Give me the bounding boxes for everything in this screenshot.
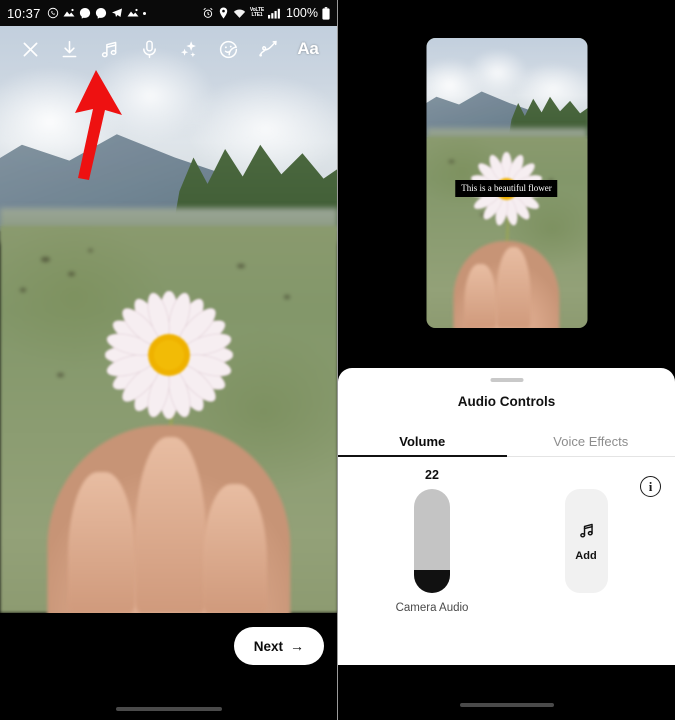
left-phone-screen: Aa Next → 10:37 VoLTE LTE1 100%: [0, 0, 338, 720]
sticker-icon[interactable]: [216, 36, 242, 62]
volume-value-label: 22: [425, 468, 439, 482]
next-button[interactable]: Next →: [233, 627, 324, 665]
text-icon[interactable]: Aa: [295, 36, 321, 62]
draw-icon[interactable]: [255, 36, 281, 62]
more-dot-icon: [142, 11, 146, 15]
music-note-icon[interactable]: [96, 36, 122, 62]
sheet-title: Audio Controls: [457, 394, 556, 409]
video-preview-left[interactable]: [0, 26, 337, 613]
volte-icon: VoLTE LTE1: [249, 7, 265, 18]
battery-percent-label: 100%: [286, 6, 318, 20]
sheet-drag-handle[interactable]: [490, 378, 523, 382]
battery-icon: [322, 6, 330, 20]
gesture-nav-bar[interactable]: [116, 707, 222, 711]
tab-voice-effects[interactable]: Voice Effects: [507, 426, 675, 456]
photos-icon: [127, 8, 139, 18]
messenger-icon: [79, 7, 91, 19]
volume-slider-fill: [414, 570, 450, 593]
sheet-tabs: Volume Voice Effects: [338, 426, 675, 457]
music-note-icon: [577, 521, 596, 545]
add-audio-group: Add: [548, 489, 624, 593]
next-button-label: Next: [253, 638, 283, 654]
left-bottom-bar: Next →: [0, 613, 337, 720]
tab-volume[interactable]: Volume: [338, 426, 507, 457]
tab-voice-effects-label: Voice Effects: [553, 433, 629, 449]
wifi-icon: [233, 8, 246, 19]
info-glyph: i: [648, 478, 653, 494]
audio-controls-sheet: Audio Controls Volume Voice Effects 22 C…: [338, 368, 675, 665]
info-icon[interactable]: i: [640, 476, 661, 497]
add-audio-button[interactable]: Add: [564, 489, 608, 593]
camera-audio-label: Camera Audio: [395, 602, 469, 614]
close-icon[interactable]: [17, 36, 43, 62]
daisy-flower: [105, 290, 233, 419]
sparkles-icon[interactable]: [176, 36, 202, 62]
status-time: 10:37: [7, 5, 41, 21]
video-preview-right[interactable]: This is a beautiful flower: [426, 38, 587, 328]
messenger-icon: [95, 7, 107, 19]
video-caption[interactable]: This is a beautiful flower: [455, 180, 558, 198]
camera-audio-slider-group: 22 Camera Audio: [394, 468, 470, 614]
arrow-right-icon: →: [290, 638, 304, 654]
status-notification-icons: [47, 7, 146, 19]
photos-icon: [63, 8, 75, 18]
volume-controls-panel: 22 Camera Audio Add i: [338, 468, 675, 658]
screenshot-root: Aa Next → 10:37 VoLTE LTE1 100% This is …: [0, 0, 675, 720]
status-system-icons: VoLTE LTE1 100%: [202, 6, 330, 20]
add-audio-label: Add: [575, 549, 597, 562]
editor-toolbar: Aa: [0, 26, 337, 72]
right-phone-screen: This is a beautiful flower Audio Control…: [338, 0, 675, 720]
volume-slider[interactable]: [414, 489, 450, 593]
microphone-icon[interactable]: [136, 36, 162, 62]
telegram-icon: [111, 7, 123, 19]
status-bar-left: 10:37 VoLTE LTE1 100%: [0, 0, 337, 26]
signal-bars-icon: [268, 8, 281, 19]
alarm-icon: [202, 7, 214, 19]
gesture-nav-bar[interactable]: [459, 703, 554, 707]
whatsapp-icon: [47, 7, 59, 19]
download-icon[interactable]: [57, 36, 83, 62]
tab-volume-label: Volume: [399, 433, 446, 449]
location-icon: [218, 7, 229, 19]
